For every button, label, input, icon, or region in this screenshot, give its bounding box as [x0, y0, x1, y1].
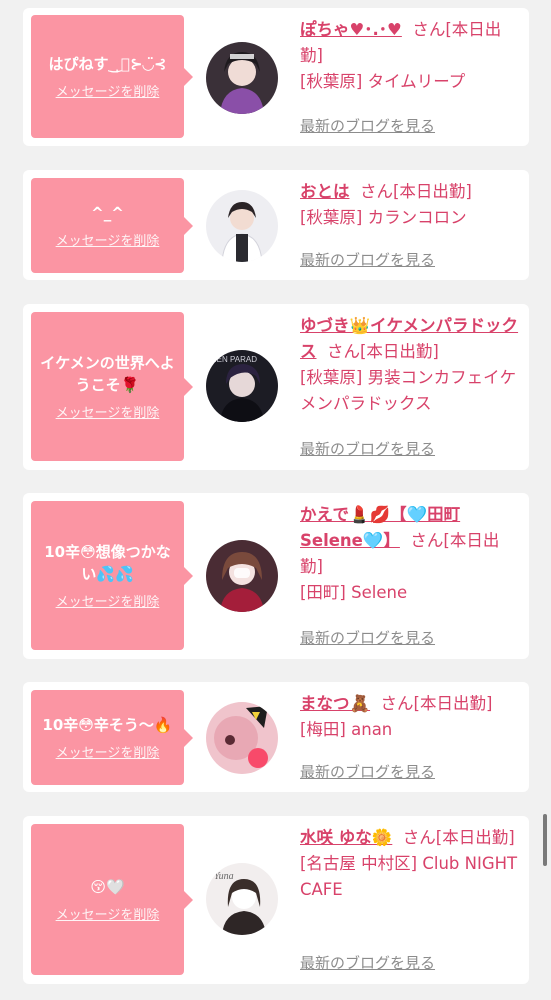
- message-bubble: イケメンの世界へようこそ🌹 メッセージを削除: [31, 312, 193, 461]
- delete-message-link[interactable]: メッセージを削除: [56, 904, 160, 923]
- shop-name: [秋葉原] 男装コンカフェイケメンパラドックス: [300, 368, 517, 413]
- shop-name: [梅田] anan: [300, 720, 393, 739]
- avatar[interactable]: [206, 42, 278, 114]
- latest-blog-link[interactable]: 最新のブログを見る: [300, 627, 435, 648]
- cast-name-link[interactable]: ぽちゃ♥･.･♥: [300, 20, 402, 39]
- latest-blog-link[interactable]: 最新のブログを見る: [300, 952, 435, 973]
- message-bubble: 10辛😳想像つかない💦💦 メッセージを削除: [31, 501, 193, 650]
- shop-name: [田町] Selene: [300, 583, 408, 602]
- message-text: 😚🤍: [90, 878, 125, 896]
- scrollbar[interactable]: [543, 814, 547, 866]
- avatar[interactable]: Yuna: [206, 863, 278, 935]
- cast-name-link[interactable]: おとは: [300, 182, 350, 201]
- cast-name-link[interactable]: まなつ🧸: [300, 694, 370, 713]
- delete-message-link[interactable]: メッセージを削除: [56, 230, 160, 249]
- honorific: さん: [327, 342, 360, 361]
- message-bubble: 10辛😳辛そう〜🔥 メッセージを削除: [31, 690, 193, 785]
- cast-info: ぽちゃ♥･.･♥ さん[本日出勤] [秋葉原] タイムリープ: [300, 17, 522, 95]
- avatar[interactable]: [206, 540, 278, 612]
- work-status: [本日出勤]: [360, 342, 439, 361]
- work-status: [本日出勤]: [413, 694, 493, 713]
- message-text: はぴねす‿̩͙⊱◡̈⊰: [48, 55, 167, 73]
- delete-message-link[interactable]: メッセージを削除: [56, 402, 160, 421]
- honorific: さん: [410, 531, 444, 550]
- work-status: [本日出勤]: [435, 828, 515, 847]
- message-card: 10辛😳辛そう〜🔥 メッセージを削除 まなつ🧸 さん[本日出勤] [梅田] an…: [23, 682, 529, 792]
- cast-info: かえで💄💋【🩵田町Selene🩵】 さん[本日出勤] [田町] Selene: [300, 502, 522, 606]
- shop-name: [名古屋 中村区] Club NIGHT CAFE: [300, 854, 518, 899]
- message-card: ^_^ メッセージを削除 おとは さん[本日出勤] [秋葉原] カランコロン 最…: [23, 170, 529, 280]
- honorific: さん: [380, 694, 414, 713]
- message-card: イケメンの世界へようこそ🌹 メッセージを削除 MEN PARAD ゆづき👑イケメ…: [23, 304, 529, 470]
- message-bubble: はぴねす‿̩͙⊱◡̈⊰ メッセージを削除: [31, 15, 193, 138]
- cast-info: まなつ🧸 さん[本日出勤] [梅田] anan: [300, 691, 522, 743]
- work-status: [本日出勤]: [393, 182, 472, 201]
- honorific: さん: [360, 182, 393, 201]
- shop-name: [秋葉原] カランコロン: [300, 208, 467, 227]
- cast-info: ゆづき👑イケメンパラドックス さん[本日出勤] [秋葉原] 男装コンカフェイケメ…: [300, 313, 522, 417]
- latest-blog-link[interactable]: 最新のブログを見る: [300, 761, 435, 782]
- honorific: さん: [402, 828, 436, 847]
- avatar[interactable]: [206, 190, 278, 262]
- message-card: 😚🤍 メッセージを削除 Yuna 水咲 ゆな🌼 さん[本日出勤] [名古屋 中村…: [23, 816, 529, 984]
- avatar[interactable]: MEN PARAD: [206, 350, 278, 422]
- latest-blog-link[interactable]: 最新のブログを見る: [300, 115, 435, 136]
- latest-blog-link[interactable]: 最新のブログを見る: [300, 249, 435, 270]
- delete-message-link[interactable]: メッセージを削除: [56, 591, 160, 610]
- honorific: さん: [412, 20, 446, 39]
- message-text: 10辛😳想像つかない💦💦: [44, 543, 171, 583]
- message-text: 10辛😳辛そう〜🔥: [42, 716, 173, 734]
- message-bubble: 😚🤍 メッセージを削除: [31, 824, 193, 975]
- latest-blog-link[interactable]: 最新のブログを見る: [300, 438, 435, 459]
- message-bubble: ^_^ メッセージを削除: [31, 178, 193, 273]
- message-card: 10辛😳想像つかない💦💦 メッセージを削除 かえで💄💋【🩵田町Selene🩵】 …: [23, 493, 529, 659]
- message-card: はぴねす‿̩͙⊱◡̈⊰ メッセージを削除 ぽちゃ♥･.･♥ さん[本日出勤] […: [23, 8, 529, 146]
- avatar-text: Yuna: [214, 871, 234, 882]
- delete-message-link[interactable]: メッセージを削除: [56, 81, 160, 100]
- message-text: イケメンの世界へようこそ🌹: [40, 354, 175, 394]
- shop-name: [秋葉原] タイムリープ: [300, 72, 466, 91]
- delete-message-link[interactable]: メッセージを削除: [56, 742, 160, 761]
- cast-info: 水咲 ゆな🌼 さん[本日出勤] [名古屋 中村区] Club NIGHT CAF…: [300, 825, 522, 903]
- avatar-text: MEN PARAD: [210, 355, 257, 364]
- message-text: ^_^: [91, 204, 124, 222]
- cast-info: おとは さん[本日出勤] [秋葉原] カランコロン: [300, 179, 522, 231]
- cast-name-link[interactable]: 水咲 ゆな🌼: [300, 828, 392, 847]
- avatar[interactable]: [206, 702, 278, 774]
